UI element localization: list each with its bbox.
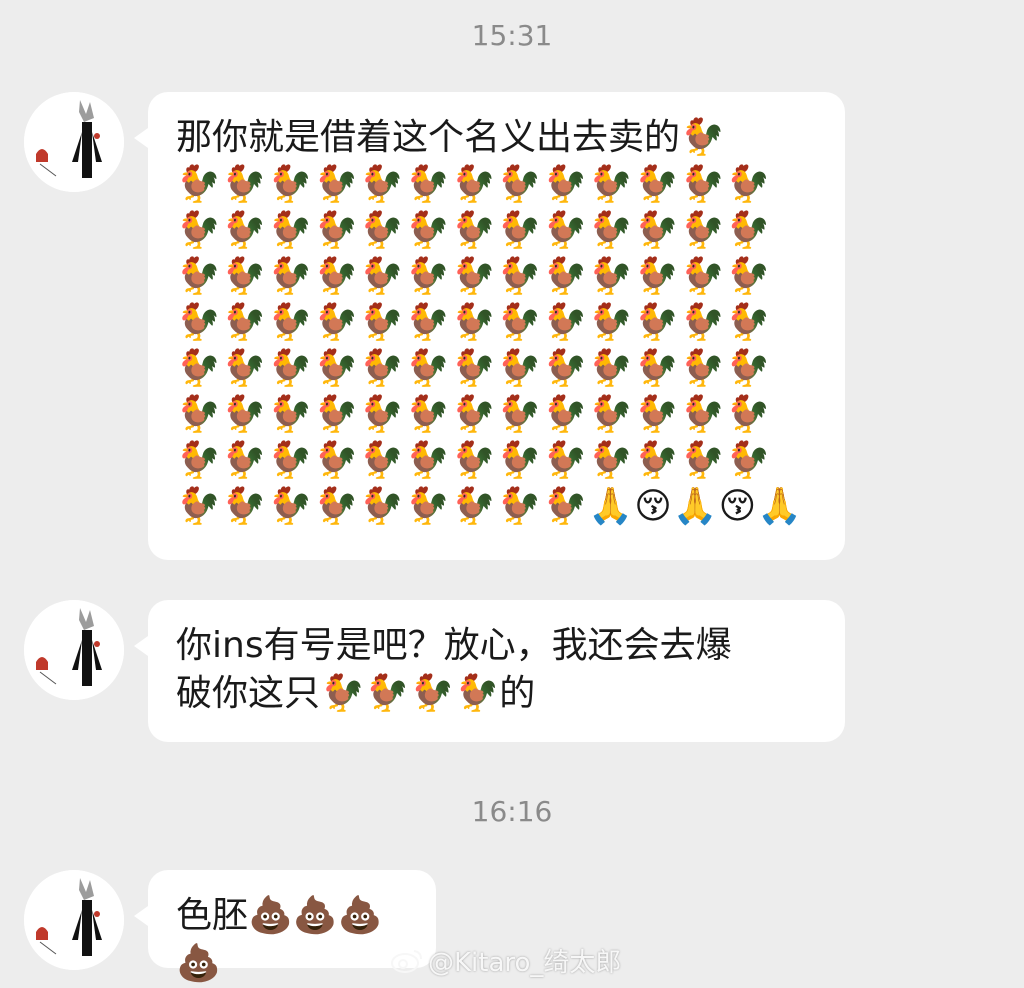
message-text: 那你就是借着这个名义出去卖的🐓: [176, 117, 725, 158]
message-text: 色胚💩💩💩💩: [176, 895, 383, 984]
emoji-row: 🐓🐓🐓🐓🐓🐓🐓🐓🐓🐓🐓🐓🐓: [176, 164, 772, 205]
weibo-logo-icon: [390, 946, 424, 981]
avatar[interactable]: [24, 870, 124, 970]
watermark-text: @Kitaro_绮太郎: [428, 948, 622, 978]
watermark: @Kitaro_绮太郎: [390, 942, 621, 981]
timestamp-1531: 15:31: [471, 19, 553, 52]
avatar[interactable]: [24, 600, 124, 700]
avatar[interactable]: [24, 92, 124, 192]
message-bubble-1[interactable]: 那你就是借着这个名义出去卖的🐓 🐓🐓🐓🐓🐓🐓🐓🐓🐓🐓🐓🐓🐓 🐓🐓🐓🐓🐓🐓🐓🐓🐓🐓…: [134, 92, 845, 560]
emoji-row: 🐓🐓🐓🐓🐓🐓🐓🐓🐓🐓🐓🐓🐓: [176, 440, 772, 481]
emoji-row: 🐓🐓🐓🐓🐓🐓🐓🐓🐓🐓🐓🐓🐓: [176, 256, 772, 297]
emoji-row: 🐓🐓🐓🐓🐓🐓🐓🐓🐓🐓🐓🐓🐓: [176, 210, 772, 251]
timestamp-1616: 16:16: [471, 795, 553, 828]
message-bubble-2[interactable]: 你ins有号是吧？放心，我还会去爆 破你这只🐓🐓🐓🐓的: [134, 600, 845, 742]
emoji-row: 🐓🐓🐓🐓🐓🐓🐓🐓🐓🐓🐓🐓🐓: [176, 394, 772, 435]
emoji-row: 🐓🐓🐓🐓🐓🐓🐓🐓🐓🐓🐓🐓🐓: [176, 348, 772, 389]
emoji-row: 🐓🐓🐓🐓🐓🐓🐓🐓🐓🐓🐓🐓🐓: [176, 302, 772, 343]
message-text: 你ins有号是吧？放心，我还会去爆: [176, 625, 732, 666]
emoji-row: 🐓🐓🐓🐓🐓🐓🐓🐓🐓🙏😚🙏😚🙏: [176, 486, 803, 527]
message-text: 破你这只🐓🐓🐓🐓的: [176, 673, 536, 714]
